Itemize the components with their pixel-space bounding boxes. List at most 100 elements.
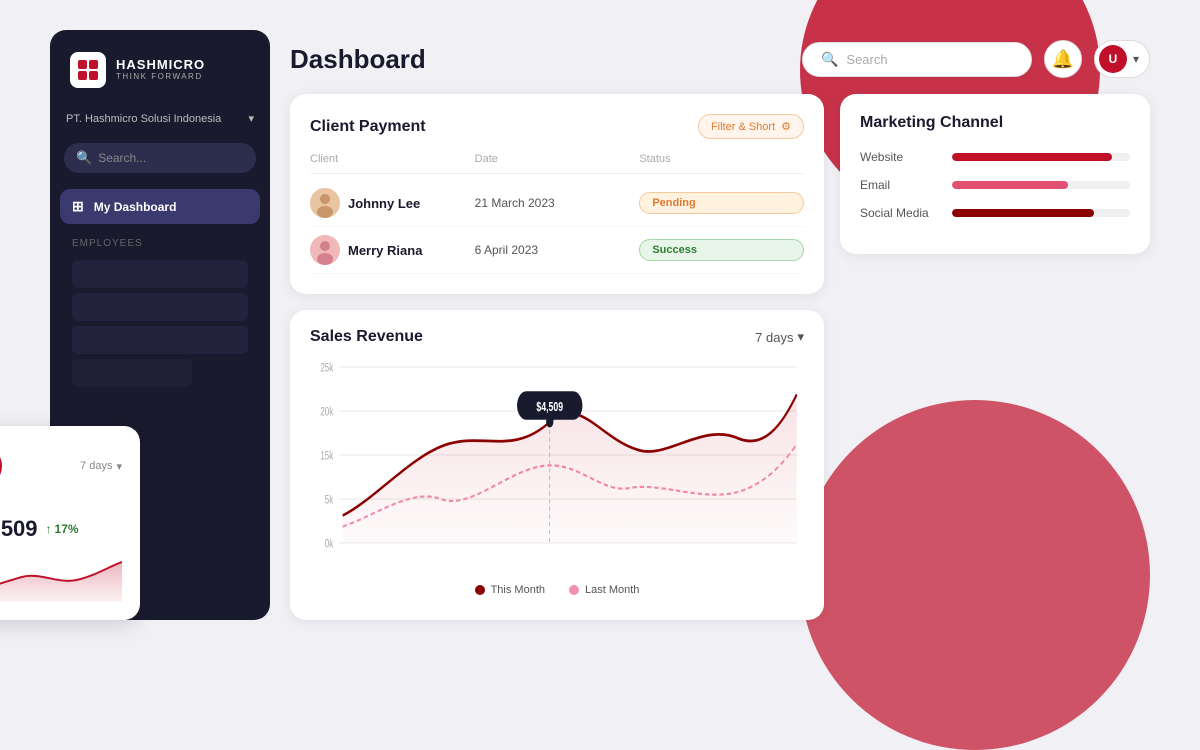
client-info-1: Johnny Lee <box>310 188 475 218</box>
company-selector[interactable]: PT. Hashmicro Solusi Indonesia ▾ <box>50 104 270 133</box>
logo-name: HASHMICRO <box>116 58 205 72</box>
sidebar-search[interactable]: 🔍 <box>64 143 256 173</box>
mini-value-row: $50,509 ↑ 17% <box>0 516 122 542</box>
table-row: Merry Riana 6 April 2023 Success <box>310 227 804 274</box>
spacer <box>840 270 1150 620</box>
topbar: Dashboard 🔍 🔔 U ▾ <box>290 30 1150 94</box>
nav-placeholder-4 <box>72 359 192 387</box>
marketing-channel-title: Marketing Channel <box>860 114 1130 132</box>
legend-dot-last-month <box>569 585 579 595</box>
page-title: Dashboard <box>290 44 426 75</box>
status-badge-1: Pending <box>639 192 804 214</box>
sidebar-search-input[interactable] <box>98 151 244 165</box>
logo-icon <box>70 52 106 88</box>
filter-icon: ⚙ <box>781 120 791 133</box>
search-icon: 🔍 <box>821 51 838 68</box>
filter-label: Filter & Short <box>711 121 775 133</box>
client-name-2: Merry Riana <box>348 243 422 258</box>
filter-button[interactable]: Filter & Short ⚙ <box>698 114 804 139</box>
sidebar-search-icon: 🔍 <box>76 150 92 166</box>
content-right: Marketing Channel Website Email <box>840 94 1150 620</box>
channel-bar-social <box>952 209 1094 217</box>
channel-row-social: Social Media <box>860 206 1130 220</box>
bell-icon: 🔔 <box>1052 49 1074 70</box>
table-header: Client Date Status <box>310 153 804 174</box>
sells-icon <box>0 444 2 488</box>
chevron-down-icon: ▾ <box>1133 52 1139 66</box>
arrow-up-icon: ↑ <box>46 522 52 536</box>
content-area: Client Payment Filter & Short ⚙ Client D… <box>290 94 1150 620</box>
mini-growth-indicator: ↑ 17% <box>46 522 79 536</box>
sidebar-section-employees: EMPLOYEES <box>60 226 260 255</box>
svg-text:0k: 0k <box>325 538 334 551</box>
days-selector[interactable]: 7 days ▾ <box>755 329 804 345</box>
sidebar-logo: HASHMICRO THINK FORWARD <box>50 30 270 104</box>
legend-last-month: Last Month <box>569 584 639 596</box>
user-button[interactable]: U ▾ <box>1094 40 1150 78</box>
date-2: 6 April 2023 <box>475 243 640 257</box>
search-bar[interactable]: 🔍 <box>802 42 1032 77</box>
avatar-merry <box>310 235 340 265</box>
mini-card-top: 7 days ▾ <box>0 444 122 488</box>
chart-legend: This Month Last Month <box>310 584 804 596</box>
nav-placeholder-1 <box>72 260 248 288</box>
sales-revenue-card: Sales Revenue 7 days ▾ <box>290 310 824 620</box>
mini-sells-label: Sells <box>0 500 122 512</box>
svg-text:25k: 25k <box>320 362 334 375</box>
mini-sells-value: $50,509 <box>0 516 38 542</box>
channel-row-email: Email <box>860 178 1130 192</box>
chevron-down-icon: ▾ <box>116 460 122 473</box>
main-container: HASHMICRO THINK FORWARD PT. Hashmicro So… <box>50 30 1150 620</box>
channel-label-website: Website <box>860 150 940 164</box>
logo-text: HASHMICRO THINK FORWARD <box>116 58 205 81</box>
channel-bar-bg-social <box>952 209 1130 217</box>
marketing-channel-card: Marketing Channel Website Email <box>840 94 1150 254</box>
col-status: Status <box>639 153 804 165</box>
avatar-johnny <box>310 188 340 218</box>
chevron-down-icon: ▾ <box>248 112 254 125</box>
days-label: 7 days <box>755 330 793 345</box>
svg-text:5k: 5k <box>325 494 334 507</box>
growth-percent: 17% <box>55 522 79 536</box>
company-name: PT. Hashmicro Solusi Indonesia <box>66 113 221 125</box>
channel-label-email: Email <box>860 178 940 192</box>
mini-days-selector[interactable]: 7 days ▾ <box>80 460 122 473</box>
mini-card: 7 days ▾ Sells $50,509 ↑ 17% <box>0 426 140 620</box>
svg-text:15k: 15k <box>320 450 334 463</box>
chevron-down-icon: ▾ <box>797 329 804 345</box>
client-payment-title: Client Payment <box>310 118 426 136</box>
content-left: Client Payment Filter & Short ⚙ Client D… <box>290 94 824 620</box>
mini-days-label: 7 days <box>80 460 112 472</box>
dashboard-icon: ⊞ <box>72 198 84 215</box>
legend-label-last-month: Last Month <box>585 584 639 596</box>
chart-container: 25k 20k 15k 5k 0k <box>310 356 804 576</box>
sidebar-item-label: My Dashboard <box>94 200 177 214</box>
client-name-1: Johnny Lee <box>348 196 420 211</box>
channel-bar-email <box>952 181 1068 189</box>
legend-dot-this-month <box>475 585 485 595</box>
sales-chart: 25k 20k 15k 5k 0k <box>310 356 804 576</box>
col-date: Date <box>475 153 640 165</box>
sidebar-item-dashboard[interactable]: ⊞ My Dashboard <box>60 189 260 224</box>
client-info-2: Merry Riana <box>310 235 475 265</box>
channel-bar-bg-email <box>952 181 1130 189</box>
client-payment-header: Client Payment Filter & Short ⚙ <box>310 114 804 139</box>
legend-label-this-month: This Month <box>491 584 545 596</box>
channel-row-website: Website <box>860 150 1130 164</box>
logo-tagline: THINK FORWARD <box>116 73 205 82</box>
nav-placeholder-2 <box>72 293 248 321</box>
channel-bar-bg-website <box>952 153 1130 161</box>
table-row: Johnny Lee 21 March 2023 Pending <box>310 180 804 227</box>
search-input[interactable] <box>846 52 1013 67</box>
avatar: U <box>1099 45 1127 73</box>
sales-header: Sales Revenue 7 days ▾ <box>310 328 804 346</box>
main-content: Dashboard 🔍 🔔 U ▾ <box>270 30 1150 620</box>
svg-text:20k: 20k <box>320 406 334 419</box>
notification-button[interactable]: 🔔 <box>1044 40 1082 78</box>
channel-bar-website <box>952 153 1112 161</box>
status-badge-2: Success <box>639 239 804 261</box>
col-client: Client <box>310 153 475 165</box>
date-1: 21 March 2023 <box>475 196 640 210</box>
channel-label-social: Social Media <box>860 206 940 220</box>
sales-title: Sales Revenue <box>310 328 423 346</box>
